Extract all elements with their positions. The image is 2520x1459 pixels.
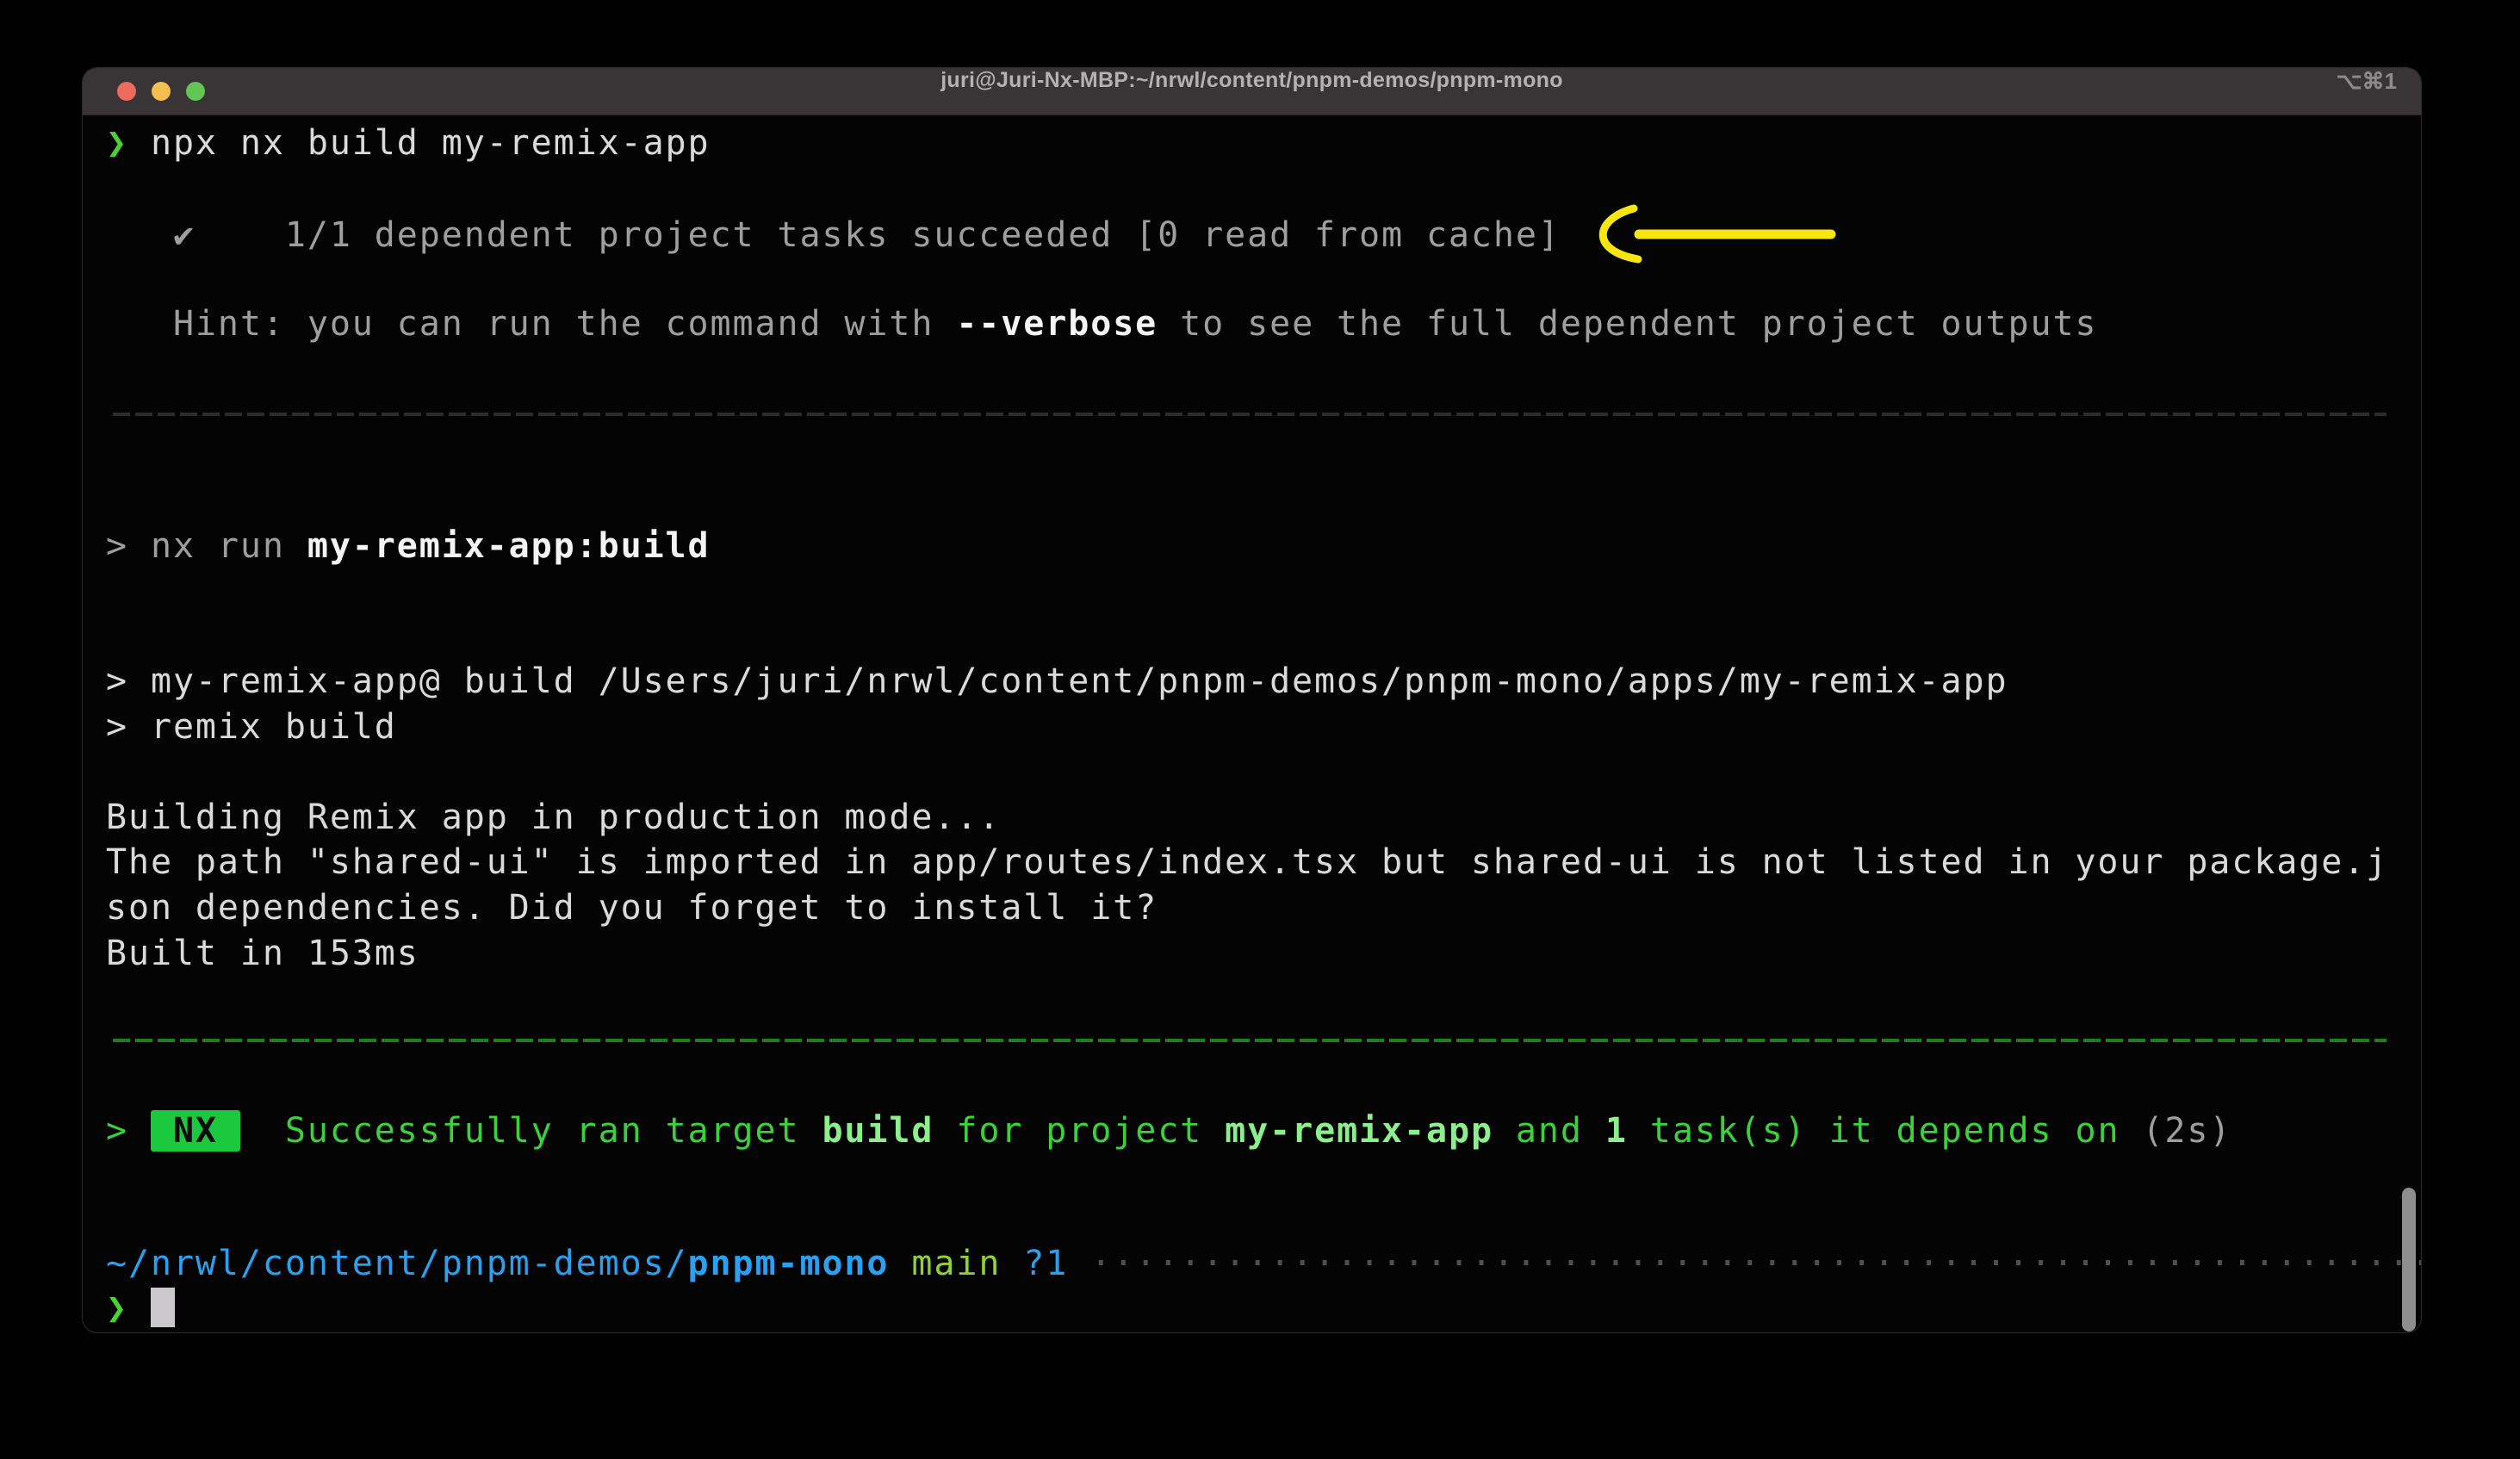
terminal-line: > NX Successfully ran target build for p…: [106, 1108, 2231, 1154]
terminal-text-segment: my-remix-app:build: [307, 526, 711, 566]
cursor-block: [151, 1288, 175, 1327]
titlebar[interactable]: juri@Juri-Nx-MBP:~/nrwl/content/pnpm-dem…: [83, 68, 2421, 115]
terminal-text-segment: Hint: you can run the command with: [106, 304, 956, 344]
terminal-line: Built in 153ms: [106, 931, 419, 977]
terminal-text-segment: build: [822, 1111, 934, 1151]
nx-badge: NX: [151, 1110, 240, 1152]
terminal-text-segment: [889, 1244, 911, 1283]
terminal-text-segment: ✔ 1/1 dependent project tasks succeeded …: [106, 215, 1561, 255]
terminal-text-segment: my-remix-app: [1225, 1111, 1493, 1151]
terminal-line: ✔ 1/1 dependent project tasks succeeded …: [106, 213, 1561, 258]
terminal-text-segment: and: [1493, 1111, 1605, 1151]
terminal-text-segment: pnpm-mono: [688, 1244, 890, 1283]
terminal-text-segment: >: [106, 1111, 151, 1151]
terminal-output[interactable]: ❯ npx nx build my-remix-app ✔ 1/1 depend…: [83, 115, 2421, 1332]
terminal-line: The path "shared-ui" is imported in app/…: [106, 840, 2388, 885]
window-title: juri@Juri-Nx-MBP:~/nrwl/content/pnpm-dem…: [83, 68, 2421, 115]
terminal-text-segment: ?1: [1023, 1244, 1068, 1283]
terminal-text-segment: ❯: [106, 123, 151, 163]
terminal-text-segment: task(s) it depends on: [1628, 1111, 2143, 1151]
separator-line: [113, 1039, 2387, 1042]
terminal-line: > my-remix-app@ build /Users/juri/nrwl/c…: [106, 659, 2008, 705]
separator-line: [113, 413, 2387, 416]
terminal-text-segment: son dependencies. Did you forget to inst…: [106, 888, 1158, 928]
terminal-text-segment: Successfully ran target: [240, 1111, 822, 1151]
terminal-line: ❯: [106, 1286, 175, 1332]
terminal-text-segment: Building Remix app in production mode...: [106, 798, 1001, 837]
tab-shortcut-badge: ⌥⌘1: [2337, 68, 2397, 115]
terminal-line: Building Remix app in production mode...: [106, 795, 1001, 841]
terminal-line: ~/nrwl/content/pnpm-demos/pnpm-mono main…: [106, 1241, 2422, 1287]
terminal-text-segment: --verbose: [956, 304, 1158, 344]
terminal-text-segment: > remix build: [106, 707, 397, 747]
terminal-text-segment: ❯: [106, 1288, 151, 1328]
terminal-text-segment: Built in 153ms: [106, 934, 419, 973]
terminal-text-segment: > nx run: [106, 526, 307, 566]
terminal-text-segment: > my-remix-app@ build /Users/juri/nrwl/c…: [106, 661, 2008, 701]
terminal-text-segment: npx nx build my-remix-app: [151, 123, 711, 163]
terminal-line: > remix build: [106, 705, 397, 750]
terminal-text-segment: The path "shared-ui" is imported in app/…: [106, 842, 2388, 882]
terminal-line: Hint: you can run the command with --ver…: [106, 301, 2097, 347]
terminal-text-segment: ~/nrwl/content/pnpm-demos/: [106, 1244, 688, 1283]
terminal-text-segment: [1068, 1244, 1090, 1283]
scrollbar-thumb[interactable]: [2402, 1188, 2416, 1332]
terminal-text-segment: main: [911, 1244, 1001, 1283]
terminal-line: son dependencies. Did you forget to inst…: [106, 885, 1158, 931]
terminal-text-segment: to see the full dependent project output…: [1158, 304, 2097, 344]
terminal-text-segment: ········································…: [1090, 1244, 2422, 1283]
terminal-text-segment: 1: [1605, 1111, 1628, 1151]
terminal-text-segment: (2s): [2142, 1111, 2231, 1151]
terminal-text-segment: for project: [934, 1111, 1225, 1151]
terminal-line: ❯ npx nx build my-remix-app: [106, 121, 711, 166]
terminal-text-segment: [1001, 1244, 1023, 1283]
terminal-line: > nx run my-remix-app:build: [106, 524, 711, 569]
terminal-window: juri@Juri-Nx-MBP:~/nrwl/content/pnpm-dem…: [82, 67, 2422, 1333]
